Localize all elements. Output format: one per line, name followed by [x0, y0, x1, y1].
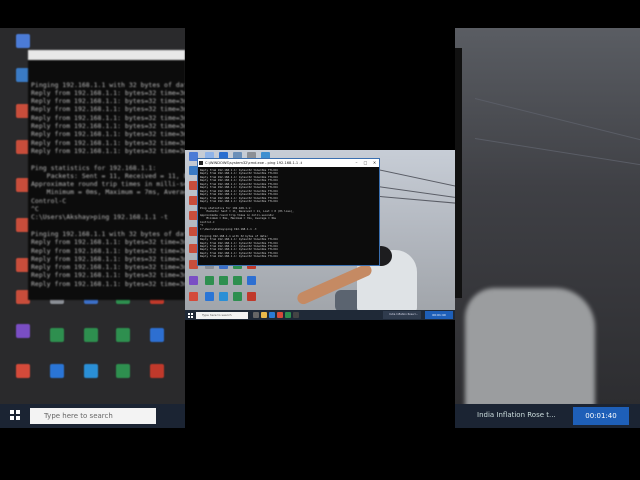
desktop-icon[interactable] [189, 292, 198, 301]
background-taskbar-right: India Inflation Rose t... 00:01:40 [455, 404, 640, 428]
background-search-box: Type here to search [30, 408, 156, 424]
cmd-output-line: Reply from 192.168.1.1: bytes=32 time=3m… [31, 122, 185, 131]
cmd-output-line: Reply from 192.168.1.1: bytes=32 time=3m… [200, 254, 278, 259]
windows-start-icon [10, 410, 20, 420]
edge-icon[interactable] [269, 312, 275, 318]
desktop-icon [84, 364, 98, 378]
excel-file-icon[interactable] [205, 276, 214, 285]
desktop-icon[interactable] [247, 292, 256, 301]
cmd-output-line: Reply from 192.168.1.1: bytes=32 time=3m… [31, 263, 185, 272]
desktop-icon[interactable] [205, 292, 214, 301]
taskbar-active-app[interactable]: India Inflation Rose t... [383, 311, 421, 319]
taskbar-clock[interactable]: 00:01:40 [425, 311, 453, 319]
taskbar-search-box[interactable]: Type here to search [196, 311, 248, 319]
file-explorer-icon[interactable] [261, 312, 267, 318]
cmd-output-line: Reply from 192.168.1.1: bytes=32 time=3m… [31, 254, 185, 263]
cmd-output-line [31, 155, 182, 163]
cmd-output[interactable]: Reply from 192.168.1.1: bytes=32 time=3m… [200, 169, 378, 264]
background-taskbar: Type here to search [0, 404, 185, 428]
windows-start-icon[interactable] [188, 312, 193, 318]
cmd-output-line: C:\Users\Akshay>ping 192.168.1.1 -t [31, 213, 168, 222]
cmd-output-line: Reply from 192.168.1.1: bytes=32 time=3m… [31, 105, 185, 114]
background-clock: 00:01:40 [573, 407, 629, 425]
minimize-button[interactable]: – [352, 159, 361, 167]
cmd-app-icon [199, 161, 203, 165]
desktop-icon [50, 364, 64, 378]
excel-file-icon[interactable] [233, 276, 242, 285]
cmd-output-line: Control-C [31, 196, 67, 205]
cmd-output-line: Reply from 192.168.1.1: bytes=32 time=3m… [31, 138, 185, 147]
cmd-titlebar[interactable]: C:\WINDOWS\system32\cmd.exe - ping 192.1… [198, 159, 379, 167]
desktop-icon [16, 364, 30, 378]
desktop-icon [50, 328, 64, 342]
excel-icon[interactable] [285, 312, 291, 318]
background-cmd-window: Pinging 192.168.1.1 with 32 bytes of dat… [28, 50, 185, 300]
cmd-output-line: Reply from 192.168.1.1: bytes=32 time=3m… [31, 97, 185, 106]
desktop-icon [116, 364, 130, 378]
excel-file-icon[interactable] [233, 292, 242, 301]
cmd-output-line: Packets: Sent = 11, Received = 11, Lost [31, 171, 185, 180]
cmd-output-line: Approximate round trip times in milli-se… [31, 180, 185, 189]
cmd-output-line: Minimum = 0ms, Maximum = 7ms, Average [31, 188, 185, 197]
task-view-icon[interactable] [253, 312, 259, 318]
desktop-icon[interactable] [189, 276, 198, 285]
cmd-window-title: C:\WINDOWS\system32\cmd.exe - ping 192.1… [205, 161, 303, 165]
cmd-output-line: ^C [31, 205, 39, 214]
desktop-screen: C:\WINDOWS\system32\cmd.exe - ping 192.1… [185, 150, 455, 320]
background-cmd-output: Pinging 192.168.1.1 with 32 bytes of dat… [31, 80, 185, 288]
background-cmd-edge [455, 48, 462, 298]
wire-line [474, 138, 640, 168]
cmd-output-line: Reply from 192.168.1.1: bytes=32 time=3m… [31, 238, 185, 247]
background-right-panel: India Inflation Rose t... 00:01:40 [455, 28, 640, 428]
desktop-icon[interactable] [219, 292, 228, 301]
desktop-icon [84, 328, 98, 342]
desktop-icon [116, 328, 130, 342]
background-left-panel: Pinging 192.168.1.1 with 32 bytes of dat… [0, 28, 185, 428]
taskbar: Type here to search India Inflation Rose… [185, 310, 455, 320]
maximize-button[interactable]: □ [361, 159, 370, 167]
cmd-output-line: Reply from 192.168.1.1: bytes=32 time=3m… [31, 271, 185, 280]
cmd-output-line: Pinging 192.168.1.1 with 32 bytes of dat… [31, 229, 185, 238]
person-shirt-blurred [465, 288, 595, 408]
cmd-taskbar-icon[interactable] [293, 312, 299, 318]
cmd-output-line: Reply from 192.168.1.1: bytes=32 time=3m… [31, 113, 185, 122]
wire-line [474, 98, 640, 143]
background-active-app: India Inflation Rose t... [477, 411, 556, 419]
cmd-output-line [31, 222, 182, 230]
wire-line [379, 196, 455, 206]
cmd-output-line: Reply from 192.168.1.1: bytes=32 time=3m… [31, 88, 185, 97]
chrome-icon[interactable] [277, 312, 283, 318]
cmd-output-line: Reply from 192.168.1.1: bytes=32 time=3m… [31, 279, 185, 288]
desktop-icon [150, 364, 164, 378]
cmd-output-line: Reply from 192.168.1.1: bytes=32 time=3m… [31, 130, 185, 139]
cmd-output-line: Reply from 192.168.1.1: bytes=32 time=3m… [31, 246, 185, 255]
desktop-icon [150, 328, 164, 342]
desktop-icon [16, 324, 30, 338]
desktop-icon[interactable] [247, 276, 256, 285]
excel-file-icon[interactable] [219, 276, 228, 285]
close-button[interactable]: ✕ [370, 159, 379, 167]
cmd-window[interactable]: C:\WINDOWS\system32\cmd.exe - ping 192.1… [197, 158, 380, 266]
cmd-output-line: Reply from 192.168.1.1: bytes=32 time=3m… [31, 146, 185, 155]
desktop-icon [16, 34, 30, 48]
cmd-output-line: Pinging 192.168.1.1 with 32 bytes of dat… [31, 80, 185, 89]
cmd-output-line: Ping statistics for 192.168.1.1: [31, 163, 157, 172]
